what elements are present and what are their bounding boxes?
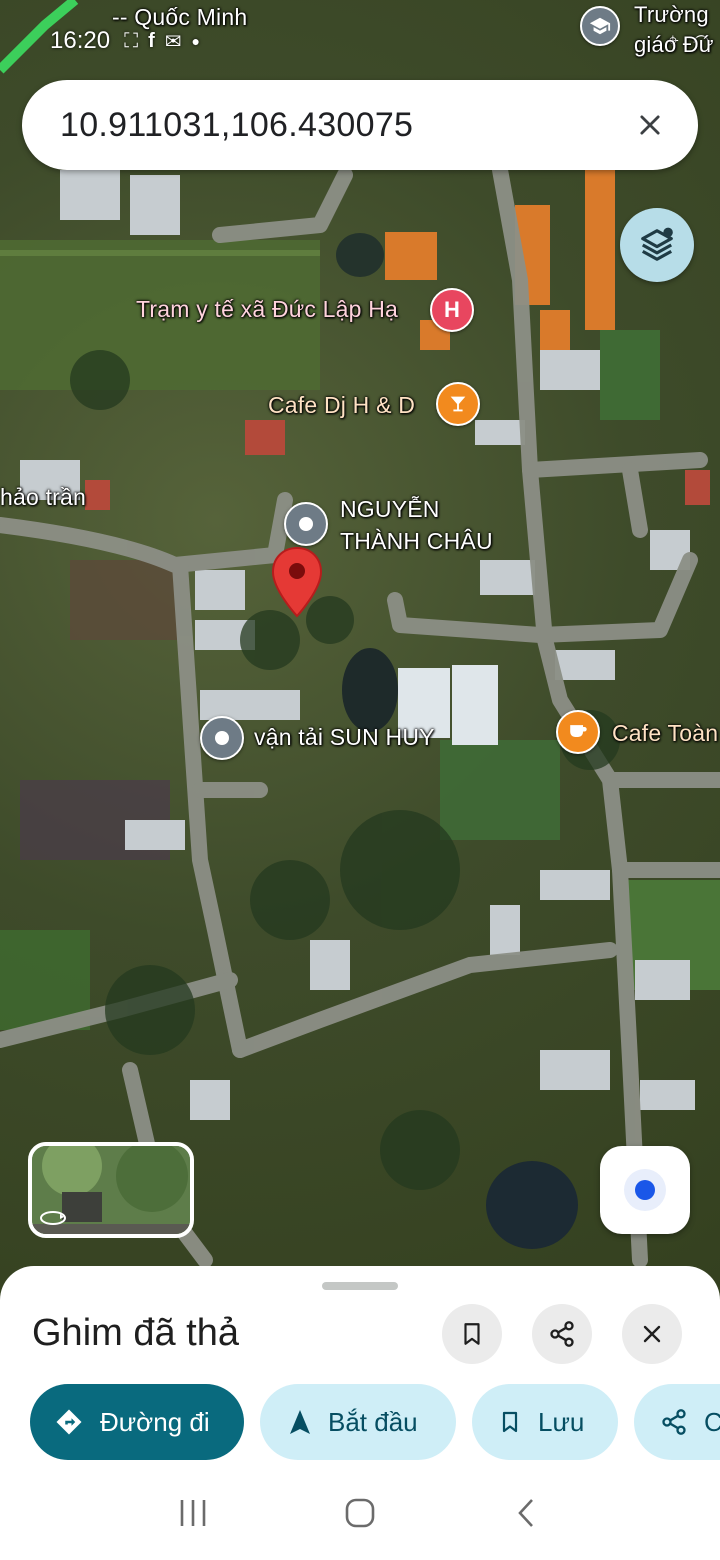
bookmark-icon (498, 1408, 522, 1436)
save-icon-button[interactable] (442, 1304, 502, 1364)
start-label: Bắt đầu (328, 1406, 418, 1437)
search-bar[interactable]: 10.911031,106.430075 (22, 80, 698, 170)
save-button[interactable]: Lưu (472, 1384, 618, 1460)
sheet-title: Ghim đã thả (32, 1312, 239, 1354)
person-pin-icon[interactable] (284, 502, 328, 546)
map-label-school-1: Trường (634, 2, 709, 27)
share-button[interactable]: C (634, 1384, 720, 1460)
layers-icon (641, 227, 673, 261)
my-location-icon (624, 1169, 666, 1211)
street-view-thumbnail[interactable] (28, 1142, 194, 1238)
hospital-badge: H (444, 297, 460, 322)
start-button[interactable]: Bắt đầu (260, 1384, 456, 1460)
search-query[interactable]: 10.911031,106.430075 (60, 106, 630, 145)
share-icon-button[interactable] (532, 1304, 592, 1364)
hospital-pin-icon[interactable]: H (430, 288, 474, 332)
cafe-dj-label[interactable]: Cafe Dj H & D (268, 392, 415, 419)
close-sheet-button[interactable] (622, 1304, 682, 1364)
sheet-drag-handle[interactable] (322, 1282, 398, 1290)
facebook-icon: f (148, 29, 155, 52)
bookmark-icon (464, 1323, 480, 1345)
left-edge-label[interactable]: hảo trần (0, 484, 86, 511)
recents-icon (181, 1499, 206, 1526)
back-button[interactable] (510, 1496, 544, 1535)
directions-button[interactable]: Đường đi (30, 1384, 244, 1460)
share-icon (660, 1408, 688, 1436)
back-icon (517, 1498, 533, 1527)
action-chips: Đường đi Bắt đầu Lưu C (30, 1384, 720, 1460)
share-label: C (704, 1406, 720, 1437)
system-nav-bar (0, 1470, 720, 1560)
more-notifications-icon: ● (191, 33, 200, 49)
status-time: 16:20 (50, 27, 111, 54)
directions-icon (54, 1407, 84, 1437)
clinic-label[interactable]: Trạm y tế xã Đức Lập Hạ (136, 296, 398, 323)
cafe-toan-label[interactable]: Cafe Toàn (612, 720, 718, 747)
clear-search-button[interactable] (630, 105, 670, 145)
home-icon (345, 1498, 375, 1527)
transport-label[interactable]: vận tải SUN HUY (254, 724, 435, 751)
close-icon (640, 115, 660, 135)
map-view[interactable]: 16:20 ⛶ f ✉ ● ⌖ ◠ -- Quốc Minh Trường gi… (0, 0, 720, 1300)
person-label-line2[interactable]: THÀNH CHÂU (340, 528, 493, 555)
transport-pin-icon[interactable] (200, 716, 244, 760)
message-icon: ✉ (164, 30, 182, 53)
my-location-button[interactable] (600, 1146, 690, 1234)
rotate-360-icon (40, 1211, 66, 1225)
cafe-pin-icon[interactable] (556, 710, 600, 754)
directions-label: Đường đi (100, 1406, 210, 1437)
dropped-pin-icon[interactable] (270, 546, 324, 618)
navigation-arrow-icon (288, 1408, 312, 1436)
map-label-school-2: giáo Đứ (634, 32, 714, 57)
person-label-line1[interactable]: NGUYỄN (340, 496, 440, 523)
satellite-imagery (0, 0, 720, 1268)
save-label: Lưu (538, 1406, 585, 1437)
share-icon (550, 1321, 574, 1347)
close-icon (643, 1325, 661, 1343)
bar-pin-icon[interactable] (436, 382, 480, 426)
home-button[interactable] (343, 1496, 377, 1535)
recents-button[interactable] (176, 1496, 210, 1535)
map-label-road: -- Quốc Minh (112, 4, 248, 30)
school-pin-icon[interactable] (580, 6, 620, 46)
layers-button[interactable] (620, 208, 694, 282)
screenshot-icon: ⛶ (124, 29, 139, 52)
